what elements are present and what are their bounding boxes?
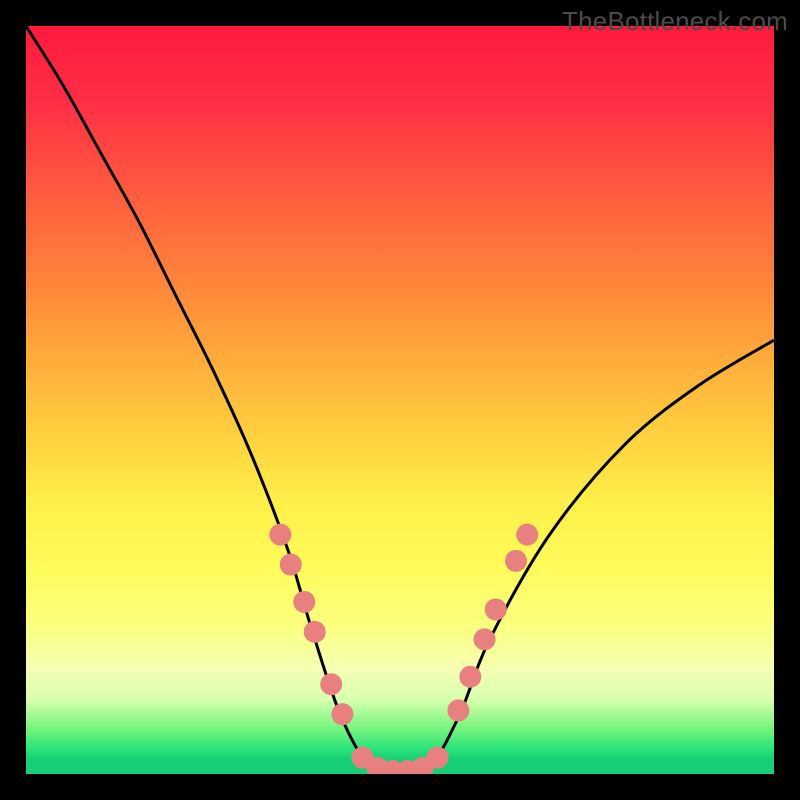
curve-marker (331, 703, 353, 725)
curve-marker (505, 550, 527, 572)
curve-marker (447, 699, 469, 721)
curve-marker (280, 554, 302, 576)
chart-frame: TheBottleneck.com (0, 0, 800, 800)
watermark-text: TheBottleneck.com (562, 6, 788, 37)
plot-area (26, 26, 774, 774)
curve-marker (459, 666, 481, 688)
curve-marker (474, 628, 496, 650)
curve-marker (320, 673, 342, 695)
bottleneck-curve-path (26, 26, 774, 774)
bottleneck-curve (26, 26, 774, 774)
curve-marker (293, 591, 315, 613)
curve-marker (304, 621, 326, 643)
curve-markers (269, 524, 538, 774)
curve-marker (516, 524, 538, 546)
curve-marker (485, 598, 507, 620)
curve-marker (426, 747, 448, 769)
curve-marker (269, 524, 291, 546)
curve-layer (26, 26, 774, 774)
